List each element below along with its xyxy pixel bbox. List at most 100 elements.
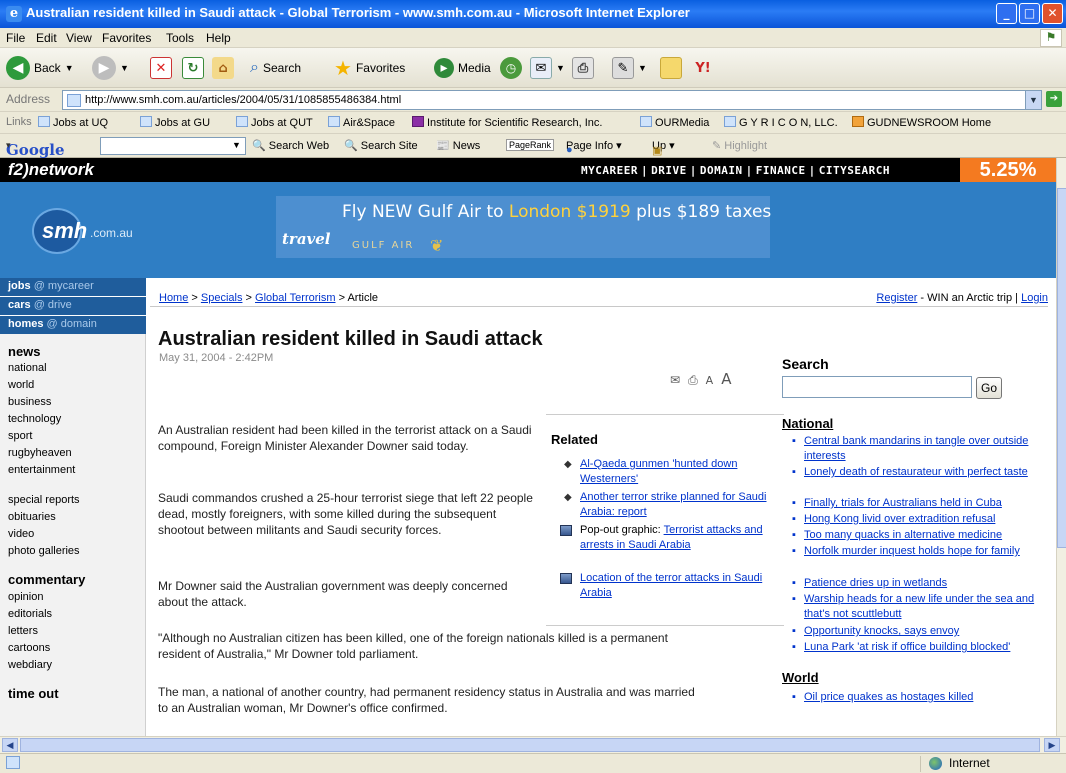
pagerank-indicator[interactable]: PageRank (506, 139, 555, 151)
mail-button[interactable]: ✉ ▼ (530, 54, 565, 82)
national-heading[interactable]: National (782, 416, 833, 431)
related-link[interactable]: Location of the terror attacks in Saudi … (580, 572, 762, 599)
news-link[interactable]: Too many quacks in alternative medicine (804, 529, 1002, 541)
news-link[interactable]: Norfolk murder inquest holds hope for fa… (804, 545, 1020, 557)
gulf-air-advert[interactable]: Fly NEW Gulf Air to London $1919 plus $1… (276, 196, 771, 258)
news-link[interactable]: Finally, trials for Australians held in … (804, 497, 1002, 509)
home-button[interactable]: ⌂ (212, 54, 234, 82)
menu-view[interactable]: View (66, 31, 92, 45)
nav-jobs[interactable]: jobs @ mycareer (0, 278, 146, 296)
scroll-left-arrow-icon[interactable]: ◀ (2, 738, 18, 752)
nav-mycareer[interactable]: MYCAREER (581, 164, 638, 177)
nav-domain[interactable]: DOMAIN (700, 164, 743, 177)
favorites-button[interactable]: ★ Favorites (334, 54, 405, 82)
chevron-down-icon[interactable]: ▼ (1025, 91, 1041, 109)
related-link[interactable]: Another terror strike planned for Saudi … (580, 491, 767, 518)
link-air-space[interactable]: Air&Space (328, 116, 395, 129)
horizontal-scrollbar[interactable]: ◀ ▶ (0, 736, 1066, 753)
email-icon[interactable]: ✉ (670, 373, 680, 387)
news-link[interactable]: Warship heads for a new life under the s… (804, 593, 1034, 620)
login-link[interactable]: Login (1021, 292, 1048, 304)
highlight-button[interactable]: ✎ Highlight (712, 139, 767, 152)
nav-rugbyheaven[interactable]: rugbyheaven (8, 447, 72, 459)
up-button[interactable]: ▣ Up ▾ (652, 139, 675, 157)
nav-cartoons[interactable]: cartoons (8, 642, 50, 654)
nav-national[interactable]: national (8, 362, 47, 374)
back-button[interactable]: ◀ Back ▼ (6, 54, 74, 82)
news-link[interactable]: Lonely death of restaurateur with perfec… (804, 466, 1028, 478)
search-button[interactable]: ⌕ Search (250, 54, 301, 82)
smh-logo[interactable]: smh .com.au (32, 204, 140, 258)
nav-cars[interactable]: cars @ drive (0, 297, 146, 315)
nav-sport[interactable]: sport (8, 430, 32, 442)
nav-special-reports[interactable]: special reports (8, 494, 80, 506)
maximize-button[interactable]: □ (1019, 3, 1040, 24)
news-link[interactable]: Hong Kong livid over extradition refusal (804, 513, 995, 525)
messenger-button[interactable]: Y! (692, 54, 714, 82)
link-institute[interactable]: Institute for Scientific Research, Inc. (412, 116, 602, 129)
link-jobs-qut[interactable]: Jobs at QUT (236, 116, 313, 129)
close-button[interactable]: ✕ (1042, 3, 1063, 24)
print-button[interactable]: ⎙ (572, 54, 594, 82)
breadcrumb-specials[interactable]: Specials (201, 292, 243, 304)
menu-edit[interactable]: Edit (36, 31, 57, 45)
text-larger-icon[interactable]: A (721, 370, 731, 388)
breadcrumb-home[interactable]: Home (159, 292, 188, 304)
link-ourmedia[interactable]: OURMedia (640, 116, 709, 129)
nav-citysearch[interactable]: CITYSEARCH (819, 164, 890, 177)
minimize-button[interactable]: _ (996, 3, 1017, 24)
register-link[interactable]: Register (876, 292, 917, 304)
news-link[interactable]: Opportunity knocks, says envoy (804, 625, 959, 637)
discuss-button[interactable] (660, 54, 682, 82)
nav-letters[interactable]: letters (8, 625, 38, 637)
news-link[interactable]: Patience dries up in wetlands (804, 577, 947, 589)
link-gyricon[interactable]: G Y R I C O N, LLC. (724, 116, 838, 129)
google-search-input[interactable] (100, 137, 246, 155)
breadcrumb-global-terrorism[interactable]: Global Terrorism (255, 292, 336, 304)
menu-help[interactable]: Help (206, 31, 231, 45)
nav-editorials[interactable]: editorials (8, 608, 52, 620)
chevron-down-icon[interactable]: ▼ (232, 140, 241, 150)
media-button[interactable]: ▸ Media (434, 54, 491, 82)
menu-favorites[interactable]: Favorites (102, 31, 151, 45)
nav-opinion[interactable]: opinion (8, 591, 43, 603)
text-smaller-icon[interactable]: A (706, 374, 714, 387)
link-gudnewsroom[interactable]: GUDNEWSROOM Home (852, 116, 991, 129)
menu-tools[interactable]: Tools (166, 31, 194, 45)
forward-button[interactable]: ▶ ▼ (92, 54, 129, 82)
site-search-input[interactable] (782, 376, 972, 398)
horizontal-scroll-thumb[interactable] (20, 738, 1040, 752)
nav-technology[interactable]: technology (8, 413, 61, 425)
edit-button[interactable]: ✎ ▼ (612, 54, 647, 82)
link-jobs-gu[interactable]: Jobs at GU (140, 116, 210, 129)
print-icon[interactable]: ⎙ (688, 373, 698, 387)
nav-finance[interactable]: FINANCE (756, 164, 806, 177)
scroll-right-arrow-icon[interactable]: ▶ (1044, 738, 1060, 752)
news-link[interactable]: Oil price quakes as hostages killed (804, 691, 973, 703)
nav-entertainment[interactable]: entertainment (8, 464, 75, 476)
news-link[interactable]: Central bank mandarins in tangle over ou… (804, 435, 1028, 462)
nav-video[interactable]: video (8, 528, 34, 540)
refresh-button[interactable]: ↻ (182, 54, 204, 82)
page-info-button[interactable]: ● Page Info ▾ (566, 139, 622, 156)
google-news-button[interactable]: 📰 News (436, 139, 480, 152)
nav-homes[interactable]: homes @ domain (0, 316, 146, 334)
related-link[interactable]: Al-Qaeda gunmen 'hunted down Westerners' (580, 458, 737, 485)
menu-file[interactable]: File (6, 31, 25, 45)
vertical-scrollbar[interactable] (1056, 158, 1066, 736)
world-heading[interactable]: World (782, 670, 819, 685)
site-search-go-button[interactable]: Go (976, 377, 1002, 399)
stop-button[interactable]: ✕ (150, 54, 172, 82)
vertical-scroll-thumb[interactable] (1057, 188, 1066, 548)
interest-rate-badge[interactable]: 5.25% (960, 158, 1056, 182)
news-link[interactable]: Luna Park 'at risk if office building bl… (804, 641, 1010, 653)
link-jobs-uq[interactable]: Jobs at UQ (38, 116, 108, 129)
f2-network-logo[interactable]: f2)network (8, 160, 94, 180)
history-button[interactable]: ◷ (500, 54, 522, 82)
google-search-web-button[interactable]: 🔍 Search Web (252, 139, 329, 152)
nav-obituaries[interactable]: obituaries (8, 511, 56, 523)
nav-world[interactable]: world (8, 379, 34, 391)
nav-drive[interactable]: DRIVE (651, 164, 687, 177)
address-input[interactable]: http://www.smh.com.au/articles/2004/05/3… (62, 90, 1042, 110)
nav-photo-galleries[interactable]: photo galleries (8, 545, 80, 557)
